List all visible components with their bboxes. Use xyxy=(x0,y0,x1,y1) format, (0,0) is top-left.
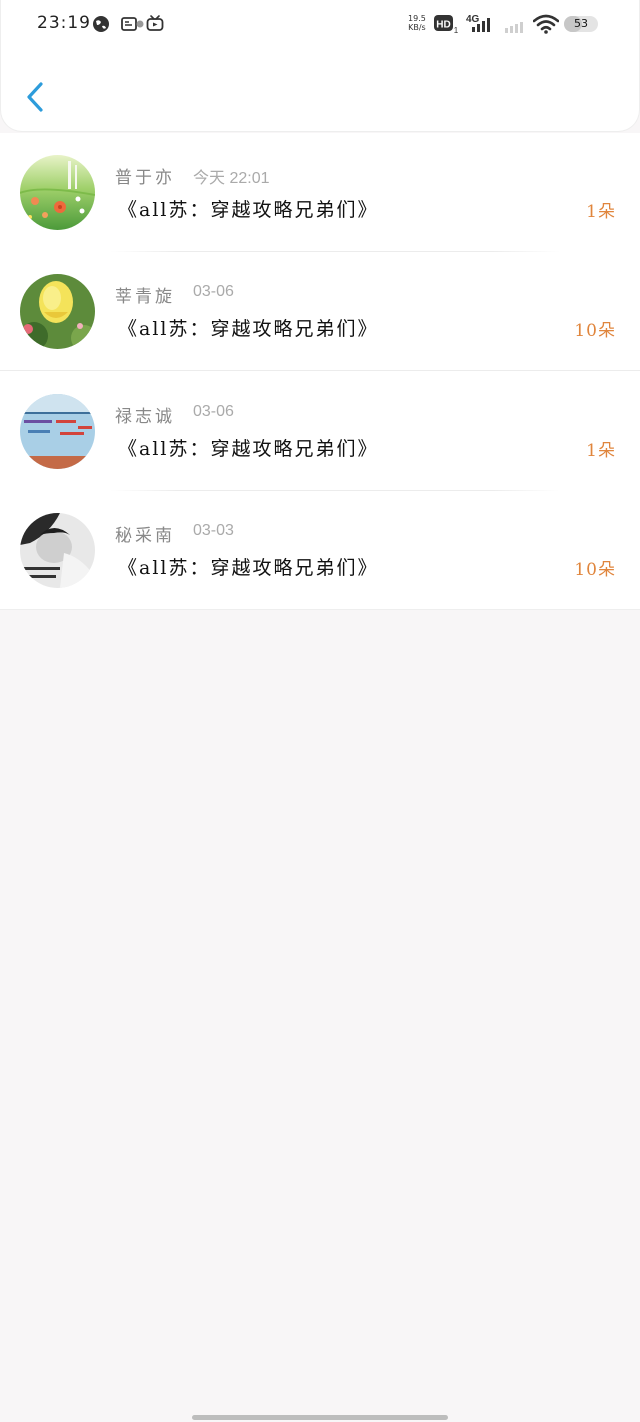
list-item[interactable]: 禄志诚 03-06 《all苏：穿越攻略兄弟们》 1朵 xyxy=(0,372,640,491)
sender-name: 禄志诚 xyxy=(115,407,175,427)
divider xyxy=(0,370,640,371)
hd-icon: HD 1 xyxy=(434,15,459,34)
gift-list: 普于亦 今天 22:01 《all苏：穿越攻略兄弟们》 1朵 莘青旋 03-06… xyxy=(0,133,640,610)
send-date: 03-06 xyxy=(193,283,234,300)
net-speed-value: 19.5 xyxy=(408,14,426,23)
battery-level: 53 xyxy=(574,17,588,30)
status-bar: 23:19 19.5 KB/s HD 1 4G 53 xyxy=(1,0,640,48)
battery-icon: 53 xyxy=(564,16,598,32)
flower-count: 1朵 xyxy=(586,202,616,222)
send-date: 03-06 xyxy=(193,403,234,420)
home-indicator[interactable] xyxy=(192,1415,448,1420)
send-date: 03-03 xyxy=(193,522,234,539)
status-time: 23:19 xyxy=(37,13,91,33)
yellow-rose-avatar[interactable] xyxy=(20,274,95,349)
chevron-left-icon xyxy=(27,82,43,112)
flower-count: 10朵 xyxy=(574,560,616,580)
flower-count: 1朵 xyxy=(586,441,616,461)
back-button[interactable] xyxy=(19,78,55,118)
header-bar: 23:19 19.5 KB/s HD 1 4G 53 xyxy=(0,0,640,132)
book-title: 《all苏：穿越攻略兄弟们》 xyxy=(118,438,379,460)
net-speed-unit: KB/s xyxy=(408,23,426,32)
bw-portrait-avatar[interactable] xyxy=(20,513,95,588)
wifi-icon xyxy=(533,14,559,34)
flower-field-avatar[interactable] xyxy=(20,155,95,230)
dot-icon xyxy=(136,20,144,28)
send-date: 今天 22:01 xyxy=(193,170,270,187)
book-title: 《all苏：穿越攻略兄弟们》 xyxy=(118,318,379,340)
globe-icon xyxy=(93,16,109,32)
signal-icon: 4G xyxy=(466,14,490,32)
tv-icon xyxy=(146,15,164,31)
hd-label: HD xyxy=(436,20,450,31)
list-item[interactable]: 普于亦 今天 22:01 《all苏：穿越攻略兄弟们》 1朵 xyxy=(0,133,640,252)
hd-sub: 1 xyxy=(454,26,459,34)
sender-name: 秘采南 xyxy=(115,526,175,546)
sender-name: 普于亦 xyxy=(115,168,175,188)
book-title: 《all苏：穿越攻略兄弟们》 xyxy=(118,199,379,221)
list-item[interactable]: 莘青旋 03-06 《all苏：穿越攻略兄弟们》 10朵 xyxy=(0,252,640,371)
book-title: 《all苏：穿越攻略兄弟们》 xyxy=(118,557,379,579)
flower-count: 10朵 xyxy=(574,321,616,341)
sky-text-avatar[interactable] xyxy=(20,394,95,469)
screen-record-icon xyxy=(121,17,137,31)
signal-weak-icon xyxy=(505,22,523,33)
net-speed: 19.5 KB/s xyxy=(408,14,426,32)
network-type: 4G xyxy=(466,14,480,25)
sender-name: 莘青旋 xyxy=(115,287,175,307)
list-item[interactable]: 秘采南 03-03 《all苏：穿越攻略兄弟们》 10朵 xyxy=(0,491,640,609)
